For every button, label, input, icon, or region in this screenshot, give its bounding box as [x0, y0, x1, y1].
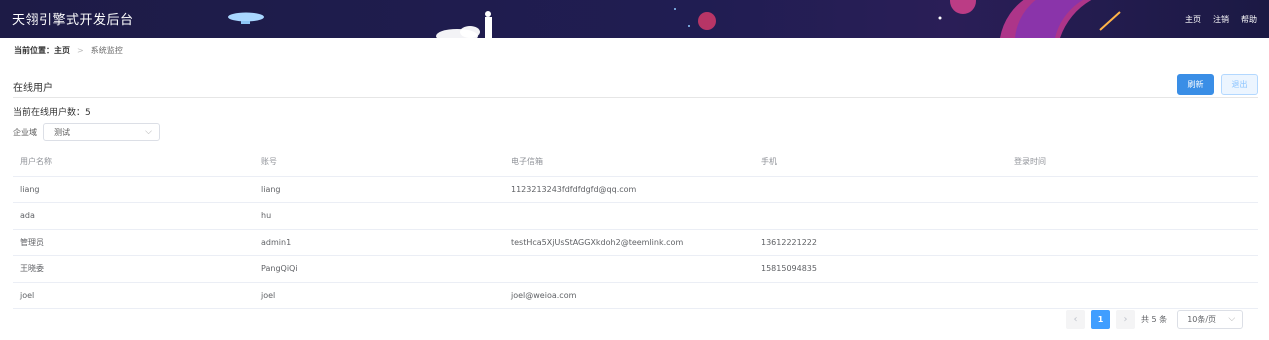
nav-logout-link[interactable]: 注销 [1213, 14, 1229, 25]
cell-phone [754, 176, 1007, 203]
cell-email [504, 255, 754, 283]
nav-home-link[interactable]: 主页 [1185, 14, 1201, 25]
breadcrumb-prefix: 当前位置： [14, 45, 54, 55]
lighthouse-icon [485, 17, 492, 38]
refresh-button[interactable]: 刷新 [1177, 74, 1214, 95]
cell-login-time [1007, 229, 1258, 256]
domain-select-value: 测试 [54, 127, 70, 137]
panel-title: 在线用户 [13, 83, 53, 94]
cell-email: 1123213243fdfdfdgfd@qq.com [504, 176, 754, 203]
cell-account: hu [254, 202, 504, 230]
breadcrumb-current: 系统监控 [90, 45, 123, 55]
cell-account: liang [254, 176, 504, 203]
page-number-current[interactable]: 1 [1091, 310, 1110, 329]
cell-login-time [1007, 282, 1258, 309]
header-decoration [228, 0, 1121, 38]
table-header-row: 用户名称 账号 电子信箱 手机 登录时间 [13, 148, 1258, 177]
cell-phone: 13612221222 [754, 229, 1007, 256]
panel-header: 在线用户 刷新 退出 [13, 72, 1258, 98]
top-header: 天翎引擎式开发后台 主页 注销 帮助 [0, 0, 1269, 38]
logout-button[interactable]: 退出 [1221, 74, 1258, 95]
cell-account: PangQiQi [254, 255, 504, 283]
breadcrumb-home[interactable]: 主页 [54, 46, 70, 55]
cell-username: 王晓委 [13, 255, 254, 283]
nav-help-link[interactable]: 帮助 [1241, 14, 1257, 25]
table-row[interactable]: joel joel joel@weioa.com [13, 282, 1258, 309]
chevron-down-icon: ⌵ [1228, 314, 1236, 324]
breadcrumb: 当前位置：主页 > 系统监控 [0, 38, 1269, 62]
cell-phone [754, 282, 1007, 309]
cell-phone: 15815094835 [754, 255, 1007, 283]
cell-username: liang [13, 176, 254, 203]
breadcrumb-separator-icon: > [77, 45, 84, 55]
app-title: 天翎引擎式开发后台 [12, 13, 134, 28]
cell-username: 管理员 [13, 229, 254, 256]
table-row[interactable]: 王晓委 PangQiQi 15815094835 [13, 255, 1258, 283]
domain-select[interactable]: 测试 ⌵ [43, 123, 160, 141]
column-header[interactable]: 电子信箱 [504, 148, 754, 177]
cell-login-time [1007, 176, 1258, 203]
cell-login-time [1007, 255, 1258, 283]
online-users-panel: 在线用户 刷新 退出 当前在线用户数：5 企业域 测试 ⌵ 用户名称 账号 电子… [13, 72, 1258, 309]
page-size-select[interactable]: 10条/页 ⌵ [1177, 310, 1244, 329]
online-count: 当前在线用户数：5 [13, 108, 91, 118]
cell-login-time [1007, 202, 1258, 230]
cell-username: joel [13, 282, 254, 309]
column-header[interactable]: 用户名称 [13, 148, 254, 177]
table-row[interactable]: 管理员 admin1 testHca5XjUsStAGGXkdoh2@teeml… [13, 229, 1258, 256]
page-size-value: 10条/页 [1187, 315, 1217, 324]
cell-email [504, 202, 754, 230]
prev-page-icon[interactable]: ‹ [1066, 310, 1085, 329]
online-users-table: 用户名称 账号 电子信箱 手机 登录时间 liang liang 1123213… [13, 148, 1258, 309]
cell-email: testHca5XjUsStAGGXkdoh2@teemlink.com [504, 229, 754, 256]
total-count: 共 5 条 [1141, 315, 1168, 324]
cell-username: ada [13, 202, 254, 230]
next-page-icon[interactable]: › [1116, 310, 1135, 329]
pagination: ‹ 1 › 共 5 条 10条/页 ⌵ [1066, 310, 1244, 329]
cell-account: joel [254, 282, 504, 309]
table-row[interactable]: liang liang 1123213243fdfdfdgfd@qq.com [13, 176, 1258, 203]
cell-account: admin1 [254, 229, 504, 256]
domain-filter: 企业域 测试 ⌵ [13, 123, 160, 141]
chevron-down-icon: ⌵ [145, 127, 152, 137]
column-header[interactable]: 手机 [754, 148, 1007, 177]
blimp-icon [228, 12, 264, 22]
table-row[interactable]: ada hu [13, 202, 1258, 230]
column-header[interactable]: 登录时间 [1007, 148, 1258, 177]
domain-filter-label: 企业域 [13, 127, 37, 137]
cell-email: joel@weioa.com [504, 282, 754, 309]
column-header[interactable]: 账号 [254, 148, 504, 177]
top-nav: 主页 注销 帮助 [1185, 14, 1257, 25]
cell-phone [754, 202, 1007, 230]
